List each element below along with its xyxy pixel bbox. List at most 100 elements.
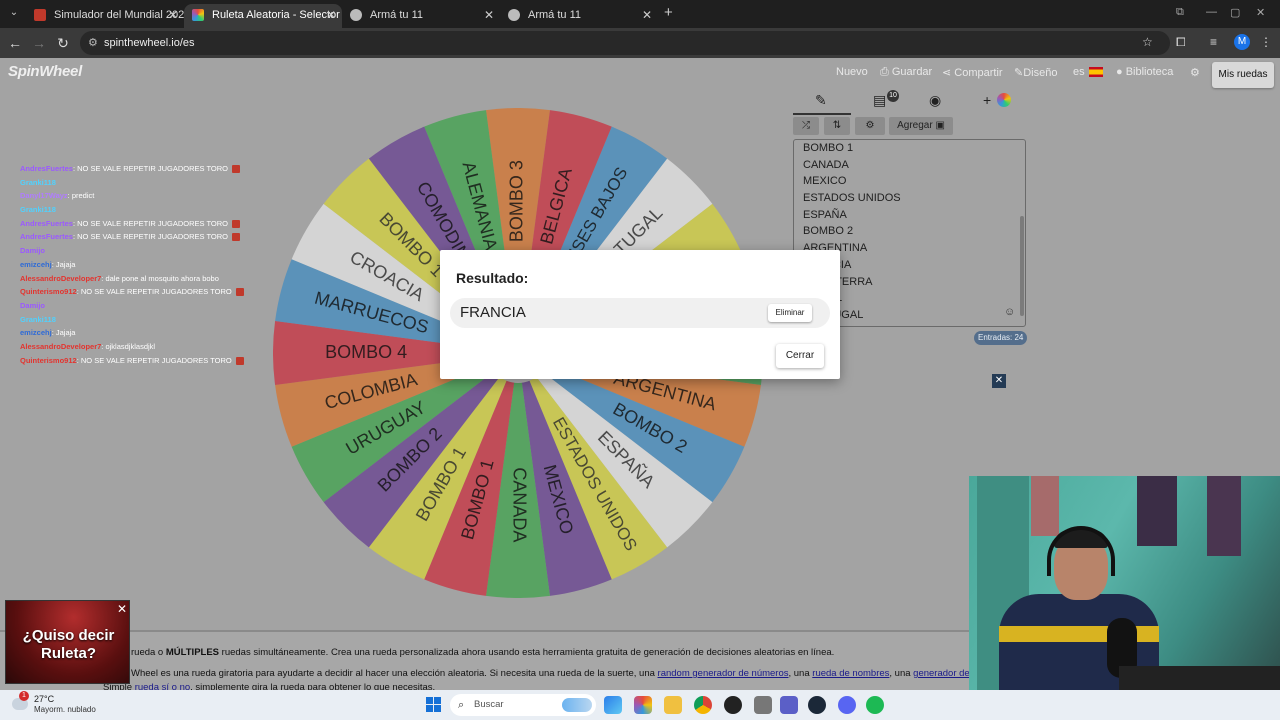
bookmark-star-icon[interactable]: ☆ (1142, 35, 1153, 49)
tab-simulador[interactable]: Simulador del Mundial 2026: ar ✕ (26, 4, 184, 28)
nav-biblioteca[interactable]: ● Biblioteca (1116, 66, 1173, 78)
windows-start-icon[interactable] (426, 697, 441, 712)
chrome-icon[interactable] (694, 696, 712, 714)
site-logo[interactable]: SpinWheel (8, 63, 82, 80)
tab-arma-tu-11[interactable]: Armá tu 11 ✕ (342, 4, 500, 28)
wheel-segment-label: BOMBO 4 (325, 342, 407, 362)
chat-username: AlessandroDeveloper7 (20, 273, 102, 283)
search-highlight-icon (562, 698, 592, 712)
maximize-icon[interactable]: ▢ (1230, 6, 1240, 19)
chat-username: AndresFuertes (20, 218, 73, 228)
taskbar-search[interactable]: ⌕ Buscar (450, 694, 596, 716)
advanced-settings-button[interactable]: ⚙ (855, 117, 885, 135)
link-name-wheel[interactable]: rueda de nombres (812, 668, 889, 679)
back-icon[interactable]: ← (6, 34, 24, 52)
promo-text: ¿Quiso decir Ruleta? (22, 627, 115, 662)
sort-button[interactable]: ⇅ (824, 117, 850, 135)
edge-icon[interactable] (604, 696, 622, 714)
more-menu-icon[interactable]: ⋮ (1260, 35, 1272, 49)
globe-icon: ● (1116, 66, 1126, 78)
tab-ruleta[interactable]: Ruleta Aleatoria - Selector Pers ✕ (184, 4, 342, 28)
close-promo-icon[interactable]: ✕ (117, 602, 127, 616)
chat-text: : predict (67, 191, 95, 201)
chat-text: : dale pone al mosquito ahora bobo (101, 273, 219, 283)
app-icon[interactable] (754, 696, 772, 714)
weather-description[interactable]: Mayorm. nublado (34, 705, 96, 714)
chat-text: : NO SE VALE REPETIR JUGADORES TORO (76, 287, 232, 297)
minimize-icon[interactable]: — (1206, 6, 1217, 18)
chat-text: : ojklasdjklasdjkl (101, 341, 156, 351)
gear-icon: ⚙ (865, 120, 875, 131)
shuffle-button[interactable]: ⤮ (793, 117, 819, 135)
url-field[interactable]: ⚙ spinthewheel.io/es (80, 31, 1170, 55)
tab-search-chevron-icon[interactable]: ⌄ (6, 5, 22, 21)
tab-strip-icon[interactable]: ⧉ (1176, 6, 1184, 19)
tab-close-icon[interactable]: ✕ (484, 4, 494, 26)
webcam-poster (1207, 476, 1241, 556)
roulette-promo[interactable]: ✕ ¿Quiso decir Ruleta? (5, 600, 130, 684)
chat-username: Danyl17Wayz (20, 191, 68, 201)
weather-badge: 1 (19, 691, 29, 701)
chat-message: Damijo (20, 299, 280, 313)
chat-username: Granki118 (20, 314, 56, 324)
entry-line: BOMBO 2 (803, 225, 854, 238)
nav-nuevo[interactable]: Nuevo (836, 66, 868, 78)
tab-close-icon[interactable]: ✕ (326, 4, 336, 26)
pencil-icon: ✎ (1014, 67, 1024, 79)
tab-close-icon[interactable]: ✕ (168, 4, 178, 26)
link-yes-no-wheel[interactable]: rueda sí o no (135, 682, 190, 690)
site-info-icon[interactable]: ⚙ (88, 31, 98, 55)
webcam-poster (1031, 476, 1059, 536)
nav-guardar[interactable]: ⎙ Guardar (880, 66, 932, 79)
agregar-imagen-button[interactable]: Agregar ▣ (889, 117, 953, 135)
wheel-segment-label: BOMBO 3 (507, 160, 527, 242)
add-plus-icon[interactable]: + (983, 92, 991, 108)
file-explorer-icon[interactable] (664, 696, 682, 714)
nav-compartir[interactable]: ⋖ Compartir (942, 66, 1003, 79)
cerrar-button[interactable]: Cerrar (776, 344, 824, 368)
nav-diseno[interactable]: ✎Diseño (1014, 66, 1057, 79)
tab-favicon-icon (508, 9, 520, 21)
agregar-label: Agregar (897, 120, 933, 131)
chat-message: Danyl17Wayz: predict (20, 189, 280, 203)
copilot-icon[interactable] (634, 696, 652, 714)
forward-icon[interactable]: → (30, 34, 48, 52)
hide-eye-icon[interactable]: ◉ (929, 92, 941, 109)
chat-message: AlessandroDeveloper7: dale pone al mosqu… (20, 272, 280, 286)
chat-message: AndresFuertes: NO SE VALE REPETIR JUGADO… (20, 162, 280, 176)
entries-list-icon[interactable]: ▤ (873, 92, 886, 109)
chat-text: : NO SE VALE REPETIR JUGADORES TORO (72, 218, 228, 228)
settings-gear-icon[interactable]: ⚙ (1190, 66, 1200, 79)
new-tab-icon[interactable]: + (664, 4, 673, 21)
sort-icon: ⇅ (832, 120, 842, 131)
spotify-icon[interactable] (866, 696, 884, 714)
nav-language[interactable]: es (1073, 66, 1103, 78)
discord-icon[interactable] (838, 696, 856, 714)
close-ad-icon[interactable]: ✕ (992, 374, 1006, 388)
link-random-numbers[interactable]: random generador de números (658, 668, 789, 679)
tab-favicon-icon (192, 9, 204, 21)
color-wheel-icon[interactable] (997, 93, 1011, 107)
extensions-icon[interactable]: ⧠ (1176, 35, 1186, 50)
description-line-3: Simple rueda sí o no, simplemente gira l… (103, 682, 435, 690)
eliminar-button[interactable]: Eliminar (768, 304, 812, 322)
edit-pencil-icon[interactable]: ✎ (815, 92, 827, 109)
search-placeholder: Buscar (474, 699, 504, 710)
reading-list-icon[interactable]: ≡ (1210, 35, 1217, 49)
save-icon: ⎙ (880, 66, 892, 78)
chat-badge-icon (231, 165, 240, 174)
profile-avatar[interactable]: M (1234, 34, 1250, 50)
entries-scrollbar[interactable] (1020, 216, 1024, 316)
mis-ruedas-button[interactable]: Mis ruedas (1212, 62, 1274, 88)
close-window-icon[interactable]: ✕ (1256, 6, 1265, 19)
teams-icon[interactable] (780, 696, 798, 714)
desc-text: , una (788, 668, 813, 679)
emoji-icon[interactable]: ☺ (1004, 306, 1015, 318)
tab-arma-tu-11-2[interactable]: Armá tu 11 ✕ (500, 4, 658, 28)
tab-close-icon[interactable]: ✕ (642, 4, 652, 26)
app-icon[interactable] (724, 696, 742, 714)
weather-temperature[interactable]: 27°C (34, 694, 54, 704)
reload-icon[interactable]: ↻ (54, 34, 72, 52)
chat-text: : NO SE VALE REPETIR JUGADORES TORO (72, 164, 228, 173)
steam-icon[interactable] (808, 696, 826, 714)
